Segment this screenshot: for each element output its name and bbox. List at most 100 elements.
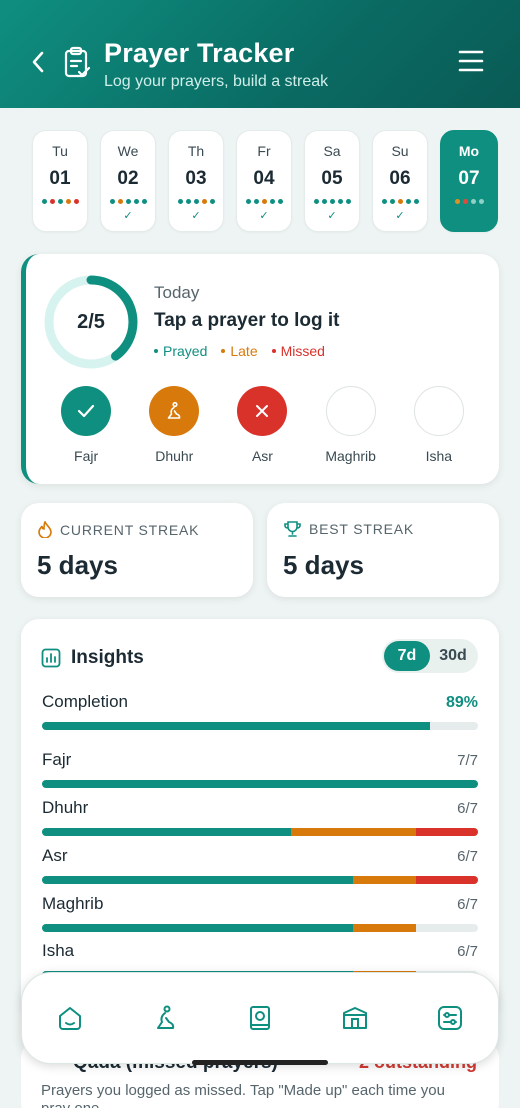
day-status-dots (109, 199, 147, 204)
stat-row-bar (42, 828, 478, 836)
status-dot (454, 199, 460, 204)
stat-row-label: Isha (42, 941, 75, 960)
status-dot (133, 199, 139, 204)
status-dot (125, 199, 131, 204)
range-7d-button[interactable]: 7d (384, 641, 430, 671)
today-instruction: Tap a prayer to log it (154, 310, 340, 331)
day-number: 07 (458, 168, 480, 189)
completion-value: 89% (445, 694, 478, 711)
status-dot (141, 199, 147, 204)
best-streak-card: BEST STREAK 5 days (267, 503, 499, 597)
stat-row-label: Asr (42, 846, 68, 865)
prayer-maghrib[interactable]: Maghrib (311, 386, 391, 464)
day-02[interactable]: We 02 ✓ (100, 130, 156, 232)
range-30d-button[interactable]: 30d (430, 641, 476, 671)
prayer-isha[interactable]: Isha (399, 386, 479, 464)
status-dot (245, 199, 251, 204)
prayer-name: Maghrib (325, 448, 376, 464)
stat-row-dhuhr: Dhuhr 6/7 (42, 798, 478, 836)
day-03[interactable]: Th 03 ✓ (168, 130, 224, 232)
prayer-person-icon (167, 401, 181, 419)
app-header: Prayer Tracker Log your prayers, build a… (0, 0, 520, 108)
nav-prayer[interactable] (145, 998, 185, 1038)
clipboard-check-icon (62, 46, 92, 80)
prayer-fajr[interactable]: Fajr (46, 386, 126, 464)
day-name: Su (391, 143, 409, 159)
status-dot (185, 199, 191, 204)
day-name: We (117, 143, 139, 159)
prayer-status-button[interactable] (237, 386, 288, 436)
day-01[interactable]: Tu 01 (32, 130, 88, 232)
bar-missed (415, 828, 478, 836)
day-number: 04 (253, 168, 275, 189)
status-dot (49, 199, 55, 204)
home-indicator (192, 1060, 328, 1065)
check-icon: ✓ (327, 210, 337, 222)
day-status-dots (245, 199, 283, 204)
bar-prayed (42, 780, 478, 788)
status-dot (321, 199, 327, 204)
completion-row: Completion 89% (42, 692, 478, 730)
kaaba-icon (343, 1007, 368, 1029)
bar-missed (415, 876, 478, 884)
legend-prayed: Prayed (154, 343, 207, 359)
status-dot (261, 199, 267, 204)
status-dot (345, 199, 351, 204)
status-dot (397, 199, 403, 204)
day-04[interactable]: Fr 04 ✓ (236, 130, 292, 232)
hamburger-menu-icon (458, 50, 484, 72)
day-number: 02 (117, 168, 139, 189)
status-dot (413, 199, 419, 204)
prayer-name: Isha (425, 448, 453, 464)
nav-quran[interactable] (240, 998, 280, 1038)
insights-title: Insights (71, 647, 144, 668)
check-icon (77, 404, 95, 418)
status-dot (73, 199, 79, 204)
status-dot (269, 199, 275, 204)
day-status-dots (381, 199, 419, 204)
stat-row-value: 6/7 (457, 848, 478, 865)
prayer-asr[interactable]: Asr (222, 386, 302, 464)
day-07[interactable]: Mo 07 (440, 130, 498, 232)
prayer-dhuhr[interactable]: Dhuhr (134, 386, 214, 464)
stat-row-bar (42, 876, 478, 884)
menu-button[interactable] (458, 49, 484, 75)
stat-row-bar (42, 780, 478, 788)
day-status-dots (313, 199, 351, 204)
day-number: 06 (389, 168, 411, 189)
prayer-status-button[interactable] (413, 386, 464, 436)
prayer-status-button[interactable] (61, 386, 112, 436)
nav-home[interactable] (50, 998, 90, 1038)
trophy-icon (284, 521, 301, 537)
bar-late (353, 876, 416, 884)
check-icon: ✓ (123, 210, 133, 222)
day-name: Th (187, 143, 205, 159)
prayer-status-button[interactable] (325, 386, 376, 436)
prayer-person-icon (156, 1005, 174, 1029)
qada-description: Prayers you logged as missed. Tap "Made … (41, 1082, 445, 1108)
status-dot (277, 199, 283, 204)
nav-kaaba[interactable] (335, 998, 375, 1038)
prayer-status-button[interactable] (149, 386, 200, 436)
bottom-nav (21, 972, 499, 1064)
day-05[interactable]: Sa 05 ✓ (304, 130, 360, 232)
bar-late (353, 924, 416, 932)
day-name: Mo (458, 143, 480, 159)
status-dot (313, 199, 319, 204)
day-name: Tu (52, 143, 68, 159)
status-dot (329, 199, 335, 204)
nav-settings[interactable] (430, 998, 470, 1038)
stat-row-label: Dhuhr (42, 798, 89, 817)
insights-card: Insights 7d 30d Completion 89% Fajr 7/7 Dh… (21, 619, 499, 1019)
status-dot (209, 199, 215, 204)
best-streak-value: 5 days (283, 550, 364, 580)
back-button[interactable] (24, 44, 52, 80)
progress-count: 2/5 (77, 310, 105, 333)
stat-row-label: Fajr (42, 750, 72, 769)
stat-row-value: 6/7 (457, 800, 478, 817)
flame-icon (38, 521, 52, 538)
day-status-dots (177, 199, 215, 204)
current-streak-label: CURRENT STREAK (60, 521, 200, 538)
bar-prayed (42, 876, 354, 884)
day-06[interactable]: Su 06 ✓ (372, 130, 428, 232)
